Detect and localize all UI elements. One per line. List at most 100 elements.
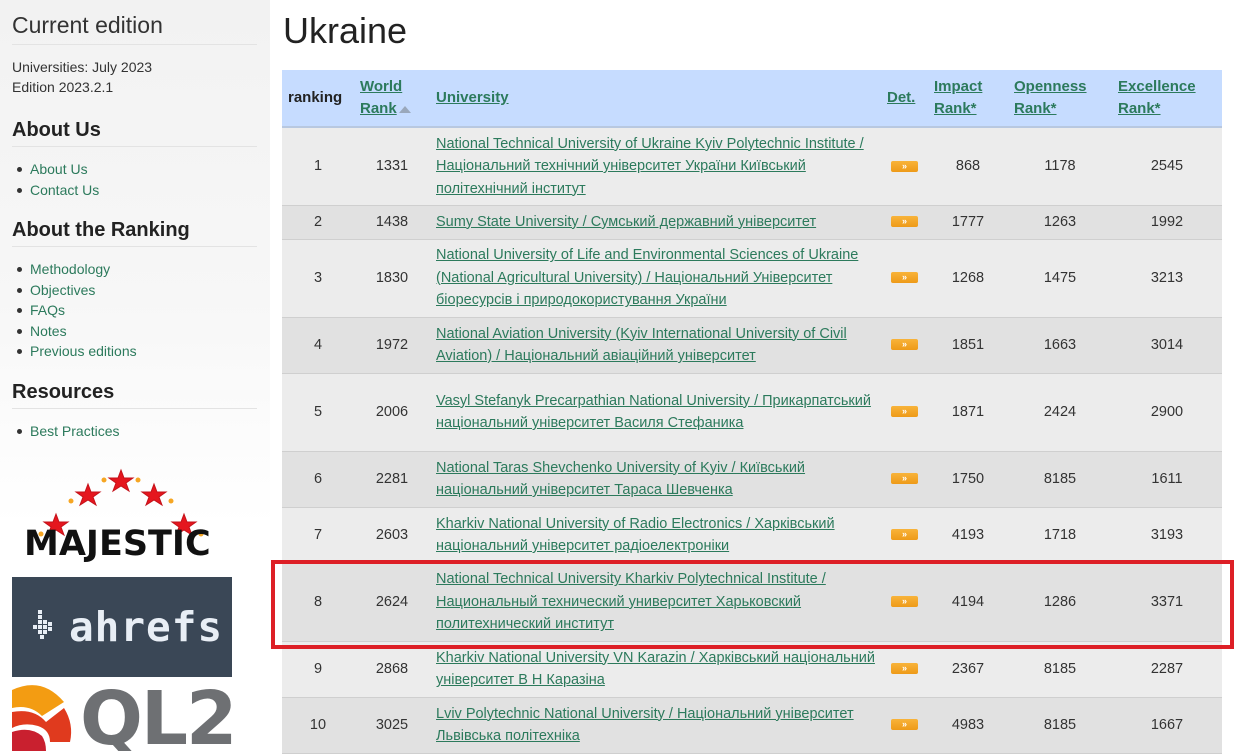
- majestic-logo[interactable]: MAJESTIC: [14, 462, 228, 568]
- about-us-link[interactable]: About Us: [30, 161, 88, 177]
- ranking-cell: 3: [282, 239, 354, 318]
- det-cell: »: [881, 641, 928, 698]
- world-rank-cell: 2624: [354, 563, 430, 642]
- ql2-wordmark: QL2: [80, 680, 238, 751]
- excellence-rank-cell: 2900: [1112, 373, 1222, 452]
- excellence-rank-cell: 3193: [1112, 507, 1222, 564]
- details-arrow-icon[interactable]: »: [891, 272, 918, 284]
- university-column-header[interactable]: University: [430, 70, 881, 128]
- det-cell: »: [881, 697, 928, 754]
- university-cell: National Technical University Kharkiv Po…: [430, 563, 881, 642]
- university-cell: National University of Life and Environm…: [430, 239, 881, 318]
- world-rank-cell: 2281: [354, 451, 430, 508]
- objectives-link[interactable]: Objectives: [30, 282, 95, 298]
- excellence-rank-cell: 3371: [1112, 563, 1222, 642]
- majestic-wordmark: MAJESTIC: [24, 524, 211, 564]
- sidebar-item-about-us: About Us: [12, 159, 258, 180]
- edition-info: Universities: July 2023 Edition 2023.2.1: [12, 57, 258, 97]
- university-link[interactable]: National Technical University Kharkiv Po…: [436, 571, 826, 632]
- university-link[interactable]: Vasyl Stefanyk Precarpathian National Un…: [436, 393, 871, 432]
- university-link[interactable]: National University of Life and Environm…: [436, 247, 858, 308]
- details-arrow-icon[interactable]: »: [891, 529, 918, 541]
- openness-rank-cell: 8185: [1008, 641, 1112, 698]
- sort-ascending-icon: [398, 105, 411, 113]
- university-link[interactable]: Lviv Polytechnic National University / Н…: [436, 706, 854, 745]
- world-rank-sort-link[interactable]: World Rank: [360, 78, 402, 117]
- details-arrow-icon[interactable]: »: [891, 473, 918, 485]
- impact-rank-sort-link[interactable]: Impact Rank*: [934, 78, 982, 117]
- impact-rank-cell: 2367: [928, 641, 1008, 698]
- university-cell: Vasyl Stefanyk Precarpathian National Un…: [430, 373, 881, 452]
- world-rank-cell: 2868: [354, 641, 430, 698]
- det-sort-link[interactable]: Det.: [887, 89, 915, 106]
- excellence-rank-column-header[interactable]: Excellence Rank*: [1112, 70, 1222, 128]
- impact-rank-cell: 1851: [928, 317, 1008, 374]
- details-arrow-icon[interactable]: »: [891, 719, 918, 731]
- details-arrow-icon[interactable]: »: [891, 339, 918, 351]
- ranking-cell: 4: [282, 317, 354, 374]
- resources-list: Best Practices: [12, 421, 258, 442]
- impact-rank-cell: 1777: [928, 205, 1008, 240]
- details-arrow-icon[interactable]: »: [891, 216, 918, 228]
- openness-rank-cell: 1475: [1008, 239, 1112, 318]
- details-arrow-icon[interactable]: »: [891, 160, 918, 172]
- sidebar-item-best-practices: Best Practices: [12, 421, 258, 442]
- faqs-link[interactable]: FAQs: [30, 302, 65, 318]
- university-link[interactable]: Sumy State University / Сумський державн…: [436, 214, 816, 230]
- university-link[interactable]: National Aviation University (Kyiv Inter…: [436, 326, 847, 365]
- impact-rank-cell: 868: [928, 127, 1008, 206]
- openness-rank-cell: 1178: [1008, 127, 1112, 206]
- table-row: 6 2281 National Taras Shevchenko Universit…: [282, 451, 1222, 508]
- excellence-rank-cell: 1667: [1112, 697, 1222, 754]
- openness-rank-cell: 2424: [1008, 373, 1112, 452]
- openness-rank-sort-link[interactable]: Openness Rank*: [1014, 78, 1087, 117]
- excellence-rank-sort-link[interactable]: Excellence Rank*: [1118, 78, 1196, 117]
- details-arrow-icon[interactable]: »: [891, 406, 918, 418]
- university-sort-link[interactable]: University: [436, 89, 509, 106]
- methodology-link[interactable]: Methodology: [30, 261, 110, 277]
- openness-rank-column-header[interactable]: Openness Rank*: [1008, 70, 1112, 128]
- impact-rank-cell: 1871: [928, 373, 1008, 452]
- contact-us-link[interactable]: Contact Us: [30, 182, 99, 198]
- det-cell: »: [881, 451, 928, 508]
- det-cell: »: [881, 317, 928, 374]
- university-cell: National Aviation University (Kyiv Inter…: [430, 317, 881, 374]
- university-link[interactable]: National Technical University of Ukraine…: [436, 136, 864, 197]
- details-arrow-icon[interactable]: »: [891, 663, 918, 675]
- edition-universities: Universities: July 2023: [12, 59, 153, 75]
- table-row: 9 2868 Kharkiv National University VN Kara…: [282, 641, 1222, 698]
- university-link[interactable]: National Taras Shevchenko University of …: [436, 460, 805, 499]
- university-link[interactable]: Kharkiv National University VN Karazin /…: [436, 650, 875, 689]
- ranking-table: ranking World Rank University Det. Impact…: [282, 70, 1222, 754]
- previous-editions-link[interactable]: Previous editions: [30, 343, 137, 359]
- table-row: 7 2603 Kharkiv National University of Radi…: [282, 507, 1222, 564]
- table-row: 8 2624 National Technical University Khark…: [282, 563, 1222, 642]
- ranking-cell: 9: [282, 641, 354, 698]
- openness-rank-cell: 8185: [1008, 697, 1112, 754]
- about-ranking-list: Methodology Objectives FAQs Notes Previo…: [12, 259, 258, 362]
- details-arrow-icon[interactable]: »: [891, 596, 918, 608]
- ranking-cell: 7: [282, 507, 354, 564]
- excellence-rank-cell: 2287: [1112, 641, 1222, 698]
- det-cell: »: [881, 239, 928, 318]
- university-link[interactable]: Kharkiv National University of Radio Ele…: [436, 516, 835, 555]
- ahrefs-logo[interactable]: ahrefs: [12, 577, 232, 677]
- world-rank-cell: 3025: [354, 697, 430, 754]
- excellence-rank-cell: 2545: [1112, 127, 1222, 206]
- impact-rank-cell: 4194: [928, 563, 1008, 642]
- det-cell: »: [881, 205, 928, 240]
- notes-link[interactable]: Notes: [30, 323, 67, 339]
- university-cell: Kharkiv National University VN Karazin /…: [430, 641, 881, 698]
- world-rank-cell: 1972: [354, 317, 430, 374]
- current-edition-heading: Current edition: [12, 12, 257, 45]
- table-row: 3 1830 National University of Life and Env…: [282, 239, 1222, 318]
- best-practices-link[interactable]: Best Practices: [30, 423, 119, 439]
- impact-rank-column-header[interactable]: Impact Rank*: [928, 70, 1008, 128]
- ql2-logo[interactable]: QL2: [12, 680, 242, 751]
- world-rank-cell: 1830: [354, 239, 430, 318]
- openness-rank-cell: 1718: [1008, 507, 1112, 564]
- det-column-header[interactable]: Det.: [881, 70, 928, 128]
- world-rank-column-header[interactable]: World Rank: [354, 70, 430, 128]
- ranking-cell: 2: [282, 205, 354, 240]
- table-row: 4 1972 National Aviation University (Kyiv …: [282, 317, 1222, 374]
